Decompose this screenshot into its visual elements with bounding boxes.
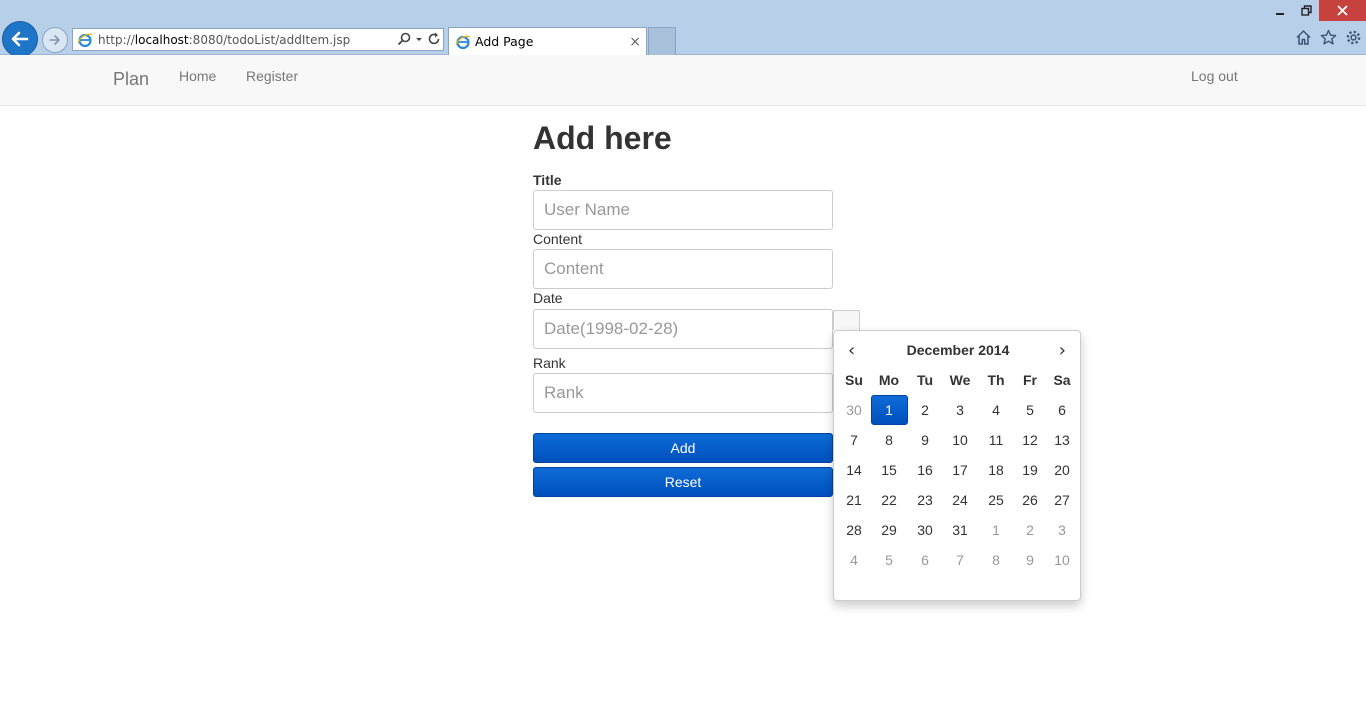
close-window-button[interactable] (1319, 0, 1366, 21)
minimize-button[interactable] (1267, 0, 1293, 21)
close-icon (1337, 5, 1348, 16)
new-tab-button[interactable] (648, 27, 676, 55)
page-title: Add here (533, 120, 672, 156)
calendar-day[interactable]: 18 (978, 455, 1015, 485)
calendar-day[interactable]: 2 (907, 395, 944, 425)
forward-button[interactable] (42, 27, 68, 53)
reset-button[interactable]: Reset (533, 467, 833, 497)
calendar-day[interactable]: 25 (978, 485, 1015, 515)
calendar-day[interactable]: 23 (907, 485, 944, 515)
search-icon[interactable] (397, 32, 411, 46)
add-button[interactable]: Add (533, 433, 833, 463)
calendar-day[interactable]: 15 (871, 455, 908, 485)
star-icon[interactable] (1320, 29, 1337, 46)
calendar-day-outside-month[interactable]: 4 (836, 545, 873, 575)
navbar-brand[interactable]: Plan (113, 69, 149, 90)
home-icon[interactable] (1295, 29, 1312, 46)
ie-favicon-icon (455, 35, 471, 49)
calendar-day-outside-month[interactable]: 3 (1044, 515, 1081, 545)
calendar-day-outside-month[interactable]: 8 (978, 545, 1015, 575)
calendar-day[interactable]: 22 (871, 485, 908, 515)
datepicker: ‹ December 2014 › Su Mo Tu We Th Fr Sa 30 1 2 3 4 5 6… (833, 330, 1081, 601)
calendar-day[interactable]: 20 (1044, 455, 1081, 485)
address-bar[interactable]: http://localhost:8080/todoList/addItem.j… (72, 28, 444, 51)
calendar-day[interactable]: 30 (907, 515, 944, 545)
weekday-header: Mo (878, 372, 900, 388)
calendar-day[interactable]: 4 (978, 395, 1015, 425)
date-field (533, 309, 833, 349)
calendar-day-outside-month[interactable]: 1 (978, 515, 1015, 545)
weekday-header: Su (845, 372, 863, 388)
ie-favicon-icon (77, 33, 93, 47)
calendar-day[interactable]: 29 (871, 515, 908, 545)
title-input[interactable] (534, 191, 832, 229)
calendar-day-outside-month[interactable]: 6 (907, 545, 944, 575)
calendar-day[interactable]: 14 (836, 455, 873, 485)
tab-title: Add Page (475, 34, 534, 49)
calendar-day[interactable]: 21 (836, 485, 873, 515)
weekday-header: Fr (1023, 372, 1037, 388)
weekday-header: Tu (916, 372, 934, 388)
logout-link[interactable]: Log out (1191, 68, 1238, 84)
calendar-day-outside-month[interactable]: 7 (942, 545, 979, 575)
restore-button[interactable] (1293, 0, 1319, 21)
title-field (533, 190, 833, 230)
browser-chrome: http://localhost:8080/todoList/addItem.j… (0, 0, 1366, 57)
calendar-day[interactable]: 31 (942, 515, 979, 545)
dropdown-arrow-icon[interactable] (415, 32, 423, 46)
nav-home-link[interactable]: Home (179, 68, 216, 84)
calendar-day[interactable]: 8 (871, 425, 908, 455)
restore-icon (1300, 5, 1312, 16)
datepicker-next-button[interactable]: › (1059, 340, 1066, 361)
calendar-day[interactable]: 9 (907, 425, 944, 455)
content-field (533, 249, 833, 289)
content-input[interactable] (534, 250, 832, 288)
calendar-day[interactable]: 27 (1044, 485, 1081, 515)
minimize-icon (1276, 12, 1284, 15)
calendar-day[interactable]: 28 (836, 515, 873, 545)
date-input[interactable] (534, 310, 832, 348)
window-controls (1267, 0, 1366, 21)
gear-icon[interactable] (1345, 29, 1362, 46)
arrow-right-icon (49, 35, 60, 45)
content-label: Content (533, 231, 583, 247)
browser-toolbar-icons (1295, 29, 1362, 46)
calendar-day[interactable]: 24 (942, 485, 979, 515)
rank-input[interactable] (534, 374, 832, 412)
calendar-day-selected[interactable]: 1 (870, 395, 908, 425)
arrow-left-icon (11, 31, 29, 47)
calendar-day[interactable]: 17 (942, 455, 979, 485)
address-url: http://localhost:8080/todoList/addItem.j… (98, 32, 351, 47)
tab-add-page[interactable]: Add Page × (448, 27, 647, 55)
datepicker-trigger[interactable] (833, 310, 860, 330)
calendar-day-outside-month[interactable]: 10 (1044, 545, 1081, 575)
calendar-day[interactable]: 7 (836, 425, 873, 455)
weekday-header: Sa (1053, 372, 1071, 388)
weekday-header: We (949, 372, 971, 388)
calendar-day[interactable]: 11 (978, 425, 1015, 455)
tab-close-button[interactable]: × (629, 34, 641, 50)
calendar-day[interactable]: 16 (907, 455, 944, 485)
datepicker-month-title[interactable]: December 2014 (834, 342, 1082, 358)
calendar-day[interactable]: 3 (942, 395, 979, 425)
calendar-day-outside-month[interactable]: 5 (871, 545, 908, 575)
title-label: Title (533, 172, 562, 188)
calendar-day[interactable]: 10 (942, 425, 979, 455)
weekday-header: Th (987, 372, 1005, 388)
calendar-day[interactable]: 13 (1044, 425, 1081, 455)
navbar: Plan Home Register Log out (0, 55, 1366, 106)
rank-field (533, 373, 833, 413)
calendar-day-outside-month[interactable]: 30 (836, 395, 873, 425)
calendar-day[interactable]: 6 (1044, 395, 1081, 425)
date-label: Date (533, 290, 563, 306)
nav-register-link[interactable]: Register (246, 68, 298, 84)
refresh-icon[interactable] (427, 32, 441, 46)
rank-label: Rank (533, 355, 566, 371)
back-button[interactable] (2, 21, 38, 57)
